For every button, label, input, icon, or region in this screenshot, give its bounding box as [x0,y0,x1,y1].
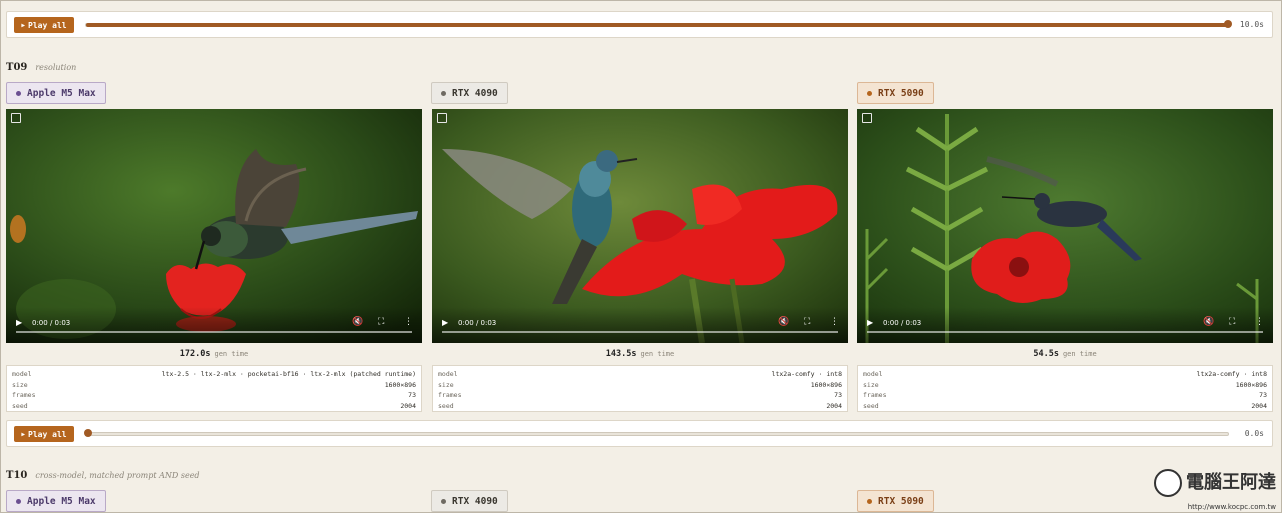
video-controls: ▶ 0:00 / 0:03 🔇 ⛶ ⋮ [432,307,848,343]
badge-rtx-4090: RTX 4090 [431,490,508,512]
meta-box-5090: model ltx2a-comfy · int8 size 1600×896 fra… [857,365,1273,412]
watermark-url: http://www.kocpc.com.tw [1187,503,1276,511]
playbar-bottom: ▶ Play all 0.0s [6,420,1273,447]
play-all-button[interactable]: ▶ Play all [14,17,74,33]
gen-time-m5: 172.0s gen time [179,349,249,359]
dot-icon [867,90,872,96]
play-icon[interactable]: ▶ [16,318,22,327]
video-player-m5[interactable]: ▶ 0:00 / 0:03 🔇 ⛶ ⋮ [6,109,422,343]
video-time: 0:00 / 0:03 [883,319,922,327]
play-icon[interactable]: ▶ [867,318,873,327]
badge-rtx-5090: RTX 5090 [857,490,934,512]
badge-apple-m5-max: Apple M5 Max [6,490,106,512]
section-subtitle: cross-model, matched prompt AND seed [35,471,200,480]
play-all-button[interactable]: ▶ Play all [14,426,74,442]
mascot-icon [1154,469,1182,497]
timeline-slider[interactable] [84,429,1229,437]
video-progress-bar[interactable] [16,331,412,333]
mute-icon[interactable]: 🔇 [352,317,363,327]
video-time: 0:00 / 0:03 [458,319,497,327]
playbar-time: 10.0s [1239,20,1264,29]
playbar-time: 0.0s [1244,429,1264,438]
meta-box-m5: model ltx-2.5 · ltx-2-mlx · pocketai-bf16… [6,365,422,412]
meta-box-4090: model ltx2a-comfy · int8 size 1600×896 fra… [432,365,848,412]
play-icon[interactable]: ▶ [442,318,448,327]
dot-icon [16,90,21,96]
video-player-4090[interactable]: ▶ 0:00 / 0:03 🔇 ⛶ ⋮ [432,109,848,343]
video-player-5090[interactable]: ▶ 0:00 / 0:03 🔇 ⛶ ⋮ [857,109,1273,343]
timeline-fill [86,23,1230,27]
video-progress-bar[interactable] [442,331,838,333]
play-icon: ▶ [21,21,26,29]
dot-icon [441,498,446,504]
video-time: 0:00 / 0:03 [32,319,71,327]
more-options-icon[interactable]: ⋮ [1255,317,1264,327]
more-options-icon[interactable]: ⋮ [830,317,839,327]
gen-time-4090: 143.5s gen time [605,349,675,359]
timeline-knob[interactable] [84,429,92,437]
select-checkbox[interactable] [437,113,447,123]
badge-rtx-5090: RTX 5090 [857,82,934,104]
watermark-logo: 電腦王阿達 [1154,469,1276,497]
fullscreen-icon[interactable]: ⛶ [378,317,384,327]
section-subtitle: resolution [35,63,77,72]
dot-icon [867,498,872,504]
mute-icon[interactable]: 🔇 [778,317,789,327]
dot-icon [16,498,21,504]
playbar-top: ▶ Play all 10.0s [6,11,1273,38]
timeline-knob[interactable] [1224,20,1232,28]
badge-apple-m5-max: Apple M5 Max [6,82,106,104]
more-options-icon[interactable]: ⋮ [404,317,413,327]
video-controls: ▶ 0:00 / 0:03 🔇 ⛶ ⋮ [6,307,422,343]
video-controls: ▶ 0:00 / 0:03 🔇 ⛶ ⋮ [857,307,1273,343]
badge-rtx-4090: RTX 4090 [431,82,508,104]
video-progress-bar[interactable] [867,331,1263,333]
fullscreen-icon[interactable]: ⛶ [1229,317,1235,327]
select-checkbox[interactable] [11,113,21,123]
select-checkbox[interactable] [862,113,872,123]
dot-icon [441,90,446,96]
play-icon: ▶ [21,430,26,438]
mute-icon[interactable]: 🔇 [1203,317,1214,327]
section-title-t10: T10 cross-model, matched prompt AND seed [6,470,200,481]
fullscreen-icon[interactable]: ⛶ [804,317,810,327]
gen-time-5090: 54.5s gen time [1033,349,1097,359]
timeline-slider[interactable] [85,20,1232,28]
section-title-t09: T09 resolution [6,62,77,73]
